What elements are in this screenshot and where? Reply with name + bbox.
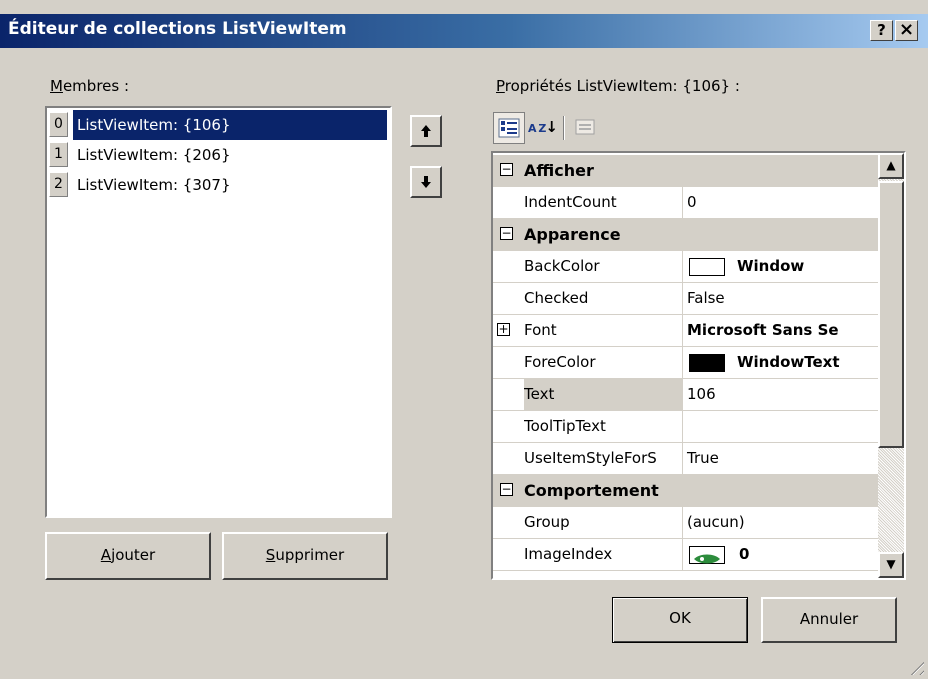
property-row-backcolor[interactable]: BackColor Window xyxy=(493,251,878,283)
property-value[interactable]: False xyxy=(687,283,878,314)
property-value[interactable]: Microsoft Sans Se xyxy=(687,315,878,346)
property-row-partial xyxy=(493,571,878,578)
members-list[interactable]: 0 ListViewItem: {106} 1 ListViewItem: {2… xyxy=(45,106,392,518)
collapse-icon[interactable]: − xyxy=(500,163,513,176)
members-label: Membres : xyxy=(50,77,130,95)
property-value[interactable]: Window xyxy=(687,251,878,282)
title-bar[interactable]: Éditeur de collections ListViewItem ? × xyxy=(0,14,928,48)
categorized-button[interactable] xyxy=(493,112,525,144)
property-value[interactable]: 0 xyxy=(687,539,878,570)
property-value[interactable]: True xyxy=(683,443,878,474)
categorized-icon xyxy=(498,118,520,138)
property-value[interactable] xyxy=(687,411,878,442)
property-row-indentcount[interactable]: IndentCount 0 xyxy=(493,187,878,219)
property-name: ImageIndex xyxy=(524,539,683,570)
color-name: Window xyxy=(737,257,805,275)
scroll-up-button[interactable]: ▲ xyxy=(878,153,904,179)
category-afficher[interactable]: − Afficher xyxy=(493,155,878,187)
property-value[interactable]: WindowText xyxy=(687,347,878,378)
list-item-label: ListViewItem: {106} xyxy=(73,110,387,140)
property-name: Text xyxy=(524,379,683,410)
property-row-tooltiptext[interactable]: ToolTipText xyxy=(493,411,878,443)
collapse-icon[interactable]: − xyxy=(500,227,513,240)
property-name: BackColor xyxy=(524,251,683,282)
close-button[interactable]: × xyxy=(895,20,918,41)
close-icon: × xyxy=(898,19,915,40)
property-name: ToolTipText xyxy=(524,411,683,442)
color-swatch xyxy=(689,258,725,276)
property-name: IndentCount xyxy=(524,187,683,218)
cancel-button[interactable]: Annuler xyxy=(761,597,897,643)
move-up-button[interactable] xyxy=(410,115,442,147)
scroll-thumb[interactable] xyxy=(878,181,904,448)
remove-button[interactable]: Supprimer xyxy=(222,532,388,580)
property-pages-button[interactable] xyxy=(569,112,601,144)
arrow-down-icon xyxy=(421,176,431,188)
property-row-group[interactable]: Group (aucun) xyxy=(493,507,878,539)
list-item-index: 1 xyxy=(49,142,68,167)
scroll-down-button[interactable]: ▼ xyxy=(878,552,904,578)
property-value[interactable]: 106 xyxy=(687,379,878,410)
color-name: WindowText xyxy=(737,353,840,371)
arrow-up-icon xyxy=(421,125,431,137)
property-row-useitemstyle[interactable]: UseItemStyleForS True xyxy=(493,443,878,475)
list-item-index: 0 xyxy=(49,112,68,137)
category-label: Apparence xyxy=(524,225,621,244)
window-title: Éditeur de collections ListViewItem xyxy=(8,19,347,39)
collection-editor-dialog: Éditeur de collections ListViewItem ? × … xyxy=(0,0,928,679)
help-button[interactable]: ? xyxy=(870,20,893,41)
sort-alpha-icon: A Z xyxy=(528,122,546,135)
category-label: Comportement xyxy=(524,481,659,500)
alphabetical-button[interactable]: A Z↓ xyxy=(527,112,559,144)
property-row-text[interactable]: Text 106 xyxy=(493,379,878,411)
property-value[interactable]: 0 xyxy=(687,187,878,218)
category-comportement[interactable]: − Comportement xyxy=(493,475,878,507)
property-name: Font xyxy=(524,315,683,346)
list-item-index: 2 xyxy=(49,172,68,197)
property-row-forecolor[interactable]: ForeColor WindowText xyxy=(493,347,878,379)
list-item-label: ListViewItem: {206} xyxy=(77,146,231,164)
image-index-value: 0 xyxy=(739,545,750,563)
move-down-button[interactable] xyxy=(410,166,442,198)
property-value[interactable]: (aucun) xyxy=(687,507,878,538)
expand-icon[interactable]: + xyxy=(497,323,510,336)
scroll-down-icon: ▼ xyxy=(886,557,896,571)
property-row-checked[interactable]: Checked False xyxy=(493,283,878,315)
property-pages-icon xyxy=(575,119,595,135)
property-grid-scrollbar[interactable]: ▲ ▼ xyxy=(878,153,904,578)
property-row-imageindex[interactable]: ImageIndex 0 xyxy=(493,539,878,571)
property-grid-toolbar: A Z↓ xyxy=(491,108,906,149)
category-label: Afficher xyxy=(524,161,594,180)
property-name: Group xyxy=(524,507,683,538)
list-item-label: ListViewItem: {307} xyxy=(77,176,231,194)
image-preview-icon xyxy=(689,546,725,564)
properties-label: Propriétés ListViewItem: {106} : xyxy=(496,77,740,95)
category-apparence[interactable]: − Apparence xyxy=(493,219,878,251)
color-swatch xyxy=(689,354,725,372)
property-name: UseItemStyleForS xyxy=(524,443,683,474)
property-grid[interactable]: − Afficher IndentCount 0 − Apparence Bac… xyxy=(491,151,906,580)
list-item[interactable]: 0 ListViewItem: {106} xyxy=(47,110,389,140)
property-name: Checked xyxy=(524,283,683,314)
toolbar-separator xyxy=(563,116,565,140)
add-button[interactable]: Ajouter xyxy=(45,532,211,580)
ok-button[interactable]: OK xyxy=(612,597,748,643)
collapse-icon[interactable]: − xyxy=(500,483,513,496)
list-item[interactable]: 1 ListViewItem: {206} xyxy=(47,140,389,170)
scroll-up-icon: ▲ xyxy=(886,158,896,172)
property-name: ForeColor xyxy=(524,347,683,378)
resize-grip[interactable] xyxy=(906,657,924,675)
property-row-font[interactable]: + Font Microsoft Sans Se xyxy=(493,315,878,347)
list-item[interactable]: 2 ListViewItem: {307} xyxy=(47,170,389,200)
